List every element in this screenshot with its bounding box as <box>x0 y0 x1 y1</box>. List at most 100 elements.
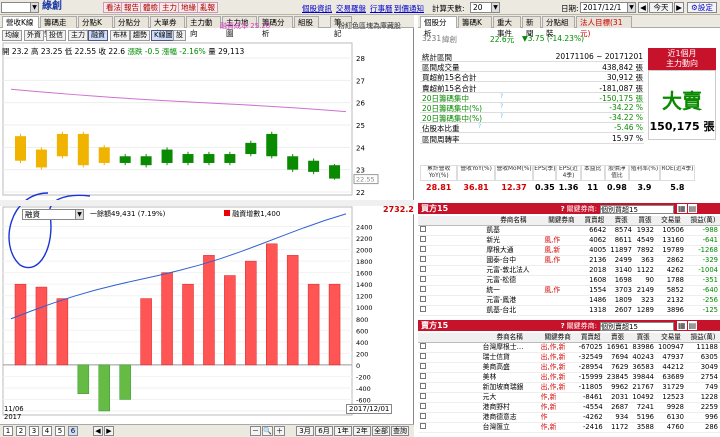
table-view-icon[interactable]: ▦ <box>677 204 687 213</box>
page-6[interactable]: 6 <box>68 426 78 436</box>
table-row[interactable]: 新光 風,作 4062 8611 4549 13160 -641 <box>418 235 720 246</box>
table-view-icon[interactable]: ▦ <box>677 321 687 330</box>
row-checkbox[interactable] <box>418 275 485 286</box>
candle-body[interactable] <box>329 165 341 179</box>
sell-broker-select[interactable]: 個別賣超15 <box>600 322 674 331</box>
analysis-tab-1[interactable]: 籌碼K <box>458 16 492 28</box>
settings-button[interactable]: ⚙設定 <box>687 2 717 13</box>
row-checkbox[interactable] <box>418 342 481 353</box>
checkbox-icon[interactable] <box>420 236 426 242</box>
analysis-tab-5[interactable]: 法人目標(31元) <box>576 16 632 38</box>
checkbox-icon[interactable] <box>420 363 426 369</box>
period-5[interactable]: 查詢 <box>391 426 409 436</box>
table-row[interactable]: 港商德意志作 -4262 934 5196 6130 996 <box>418 412 720 423</box>
row-checkbox[interactable] <box>418 255 485 266</box>
row-checkbox[interactable] <box>418 285 485 296</box>
checkbox-icon[interactable] <box>420 256 426 262</box>
checkbox-icon[interactable] <box>420 286 426 292</box>
candle-body[interactable] <box>161 149 173 163</box>
margin-bar[interactable] <box>182 283 194 366</box>
period-4[interactable]: 全部 <box>372 426 390 436</box>
col-header-6[interactable]: 損益(萬) <box>686 216 720 226</box>
buy-broker-select[interactable]: 個別買超15 <box>600 205 674 214</box>
row-checkbox[interactable] <box>418 402 481 413</box>
checkup-button[interactable]: 體檢 <box>140 2 161 13</box>
table-row[interactable]: 摩根大通 風,新 4005 11897 7892 19789 -1268 <box>418 245 720 256</box>
help-icon[interactable]: ? <box>500 113 503 120</box>
prev-day-button[interactable]: ◀ <box>638 2 648 13</box>
margin-bar[interactable] <box>307 283 320 366</box>
candle-body[interactable] <box>98 147 110 163</box>
zoom-in-button[interactable]: ＋ <box>274 426 285 436</box>
checkbox-icon[interactable] <box>420 226 426 232</box>
candle-body[interactable] <box>182 154 194 163</box>
period-1[interactable]: 6月 <box>315 426 333 436</box>
margin-bar[interactable] <box>140 298 152 366</box>
table-row[interactable]: 美林 出,作,新 -15999 23845 39844 63689 2754 <box>418 372 720 383</box>
analysis-tab-3[interactable]: 新聞 <box>522 16 541 38</box>
stock-code-combo[interactable]: ▼ <box>1 2 39 13</box>
col-header-1[interactable]: 關鍵券商 <box>542 216 581 226</box>
table-row[interactable]: 瑞士信貸 出,作,新 -32549 7694 40243 47937 6305 <box>418 352 720 363</box>
candle-body[interactable] <box>203 154 215 163</box>
margin-bar[interactable] <box>14 283 27 366</box>
col-header-6[interactable]: 損益(萬) <box>686 333 720 343</box>
col-header-5[interactable]: 交易量 <box>656 333 686 343</box>
col-header-0[interactable]: 券商名稱 <box>484 216 543 226</box>
table-row[interactable]: 美商高盛 出,作,新 -28954 7629 36583 44212 3049 <box>418 362 720 373</box>
lower-indicator-select[interactable]: 融資 ▼ <box>22 209 84 220</box>
col-header-3[interactable]: 賣張 <box>608 216 634 226</box>
margin-bar[interactable] <box>245 260 257 366</box>
margin-bar[interactable] <box>56 298 69 366</box>
page-5[interactable]: 5 <box>55 426 65 436</box>
margin-bar[interactable] <box>77 364 90 394</box>
link-price-alert[interactable]: 到價通知 <box>394 3 424 14</box>
row-checkbox[interactable] <box>418 422 481 433</box>
margin-bar[interactable] <box>286 255 299 366</box>
link-trade-compass[interactable]: 交易羅盤 <box>336 3 366 14</box>
analysis-tab-4[interactable]: 分點組裝 <box>542 16 575 38</box>
table-row[interactable]: 凱基-台北 1318 2607 1289 3896 -125 <box>418 305 720 316</box>
chevron-down-icon[interactable]: ▼ <box>75 210 83 219</box>
margin-bar[interactable] <box>266 243 278 366</box>
margin-bar[interactable] <box>35 286 48 366</box>
today-button[interactable]: 今天 <box>649 2 673 13</box>
table-row[interactable]: 元富-松德 1608 1698 90 1788 -351 <box>418 275 720 286</box>
table-row[interactable]: 元富-敦北法人 2018 3140 1122 4262 -1004 <box>418 265 720 276</box>
row-checkbox[interactable] <box>418 225 485 236</box>
checkbox-icon[interactable] <box>420 276 426 282</box>
checkbox-icon[interactable] <box>420 383 426 389</box>
row-checkbox[interactable] <box>418 362 481 373</box>
col-header-2[interactable]: 買賣超 <box>580 216 609 226</box>
scroll-right-button[interactable]: ▶ <box>104 426 114 436</box>
page-3[interactable]: 3 <box>29 426 39 436</box>
candle-body[interactable] <box>308 160 320 172</box>
margin-bar[interactable] <box>98 364 110 412</box>
table-row[interactable]: 國泰-台中 風,作 2136 2499 363 2862 -329 <box>418 255 720 266</box>
link-stock-info[interactable]: 個股資訊 <box>302 3 332 14</box>
analysis-tab-2[interactable]: 重大事件 <box>493 16 521 38</box>
checkbox-icon[interactable] <box>420 393 426 399</box>
days-select[interactable]: 20 ▼ <box>470 2 500 13</box>
mainforce-button[interactable]: 主力 <box>159 2 180 13</box>
candle-body[interactable] <box>140 156 152 166</box>
row-checkbox[interactable] <box>418 245 485 256</box>
table-row[interactable]: 港商野村 作,新 -4554 2687 7241 9928 2259 <box>418 402 720 413</box>
table-row[interactable]: 元富-鳳港 1486 1809 323 2132 -256 <box>418 295 720 306</box>
table-row[interactable]: 統一 風,作 1554 3703 2149 5852 -640 <box>418 285 720 296</box>
analysis-tab-0[interactable]: 個股分析 <box>420 16 457 38</box>
margin-bar[interactable] <box>161 272 173 366</box>
alert-button[interactable]: 亂報 <box>197 2 218 13</box>
chevron-down-icon[interactable]: ▼ <box>491 3 499 12</box>
margin-bar[interactable] <box>224 275 236 366</box>
pane-divider[interactable] <box>0 200 414 206</box>
help-icon[interactable]: ? <box>500 93 503 100</box>
page-2[interactable]: 2 <box>16 426 26 436</box>
link-calendar[interactable]: 行事曆 <box>370 3 393 14</box>
checkbox-icon[interactable] <box>420 403 426 409</box>
checkbox-icon[interactable] <box>420 296 426 302</box>
table-row[interactable]: 元大 作,新 -8461 2031 10492 12523 1228 <box>418 392 720 403</box>
row-checkbox[interactable] <box>418 352 481 363</box>
checkbox-icon[interactable] <box>420 343 426 349</box>
checkbox-icon[interactable] <box>420 246 426 252</box>
